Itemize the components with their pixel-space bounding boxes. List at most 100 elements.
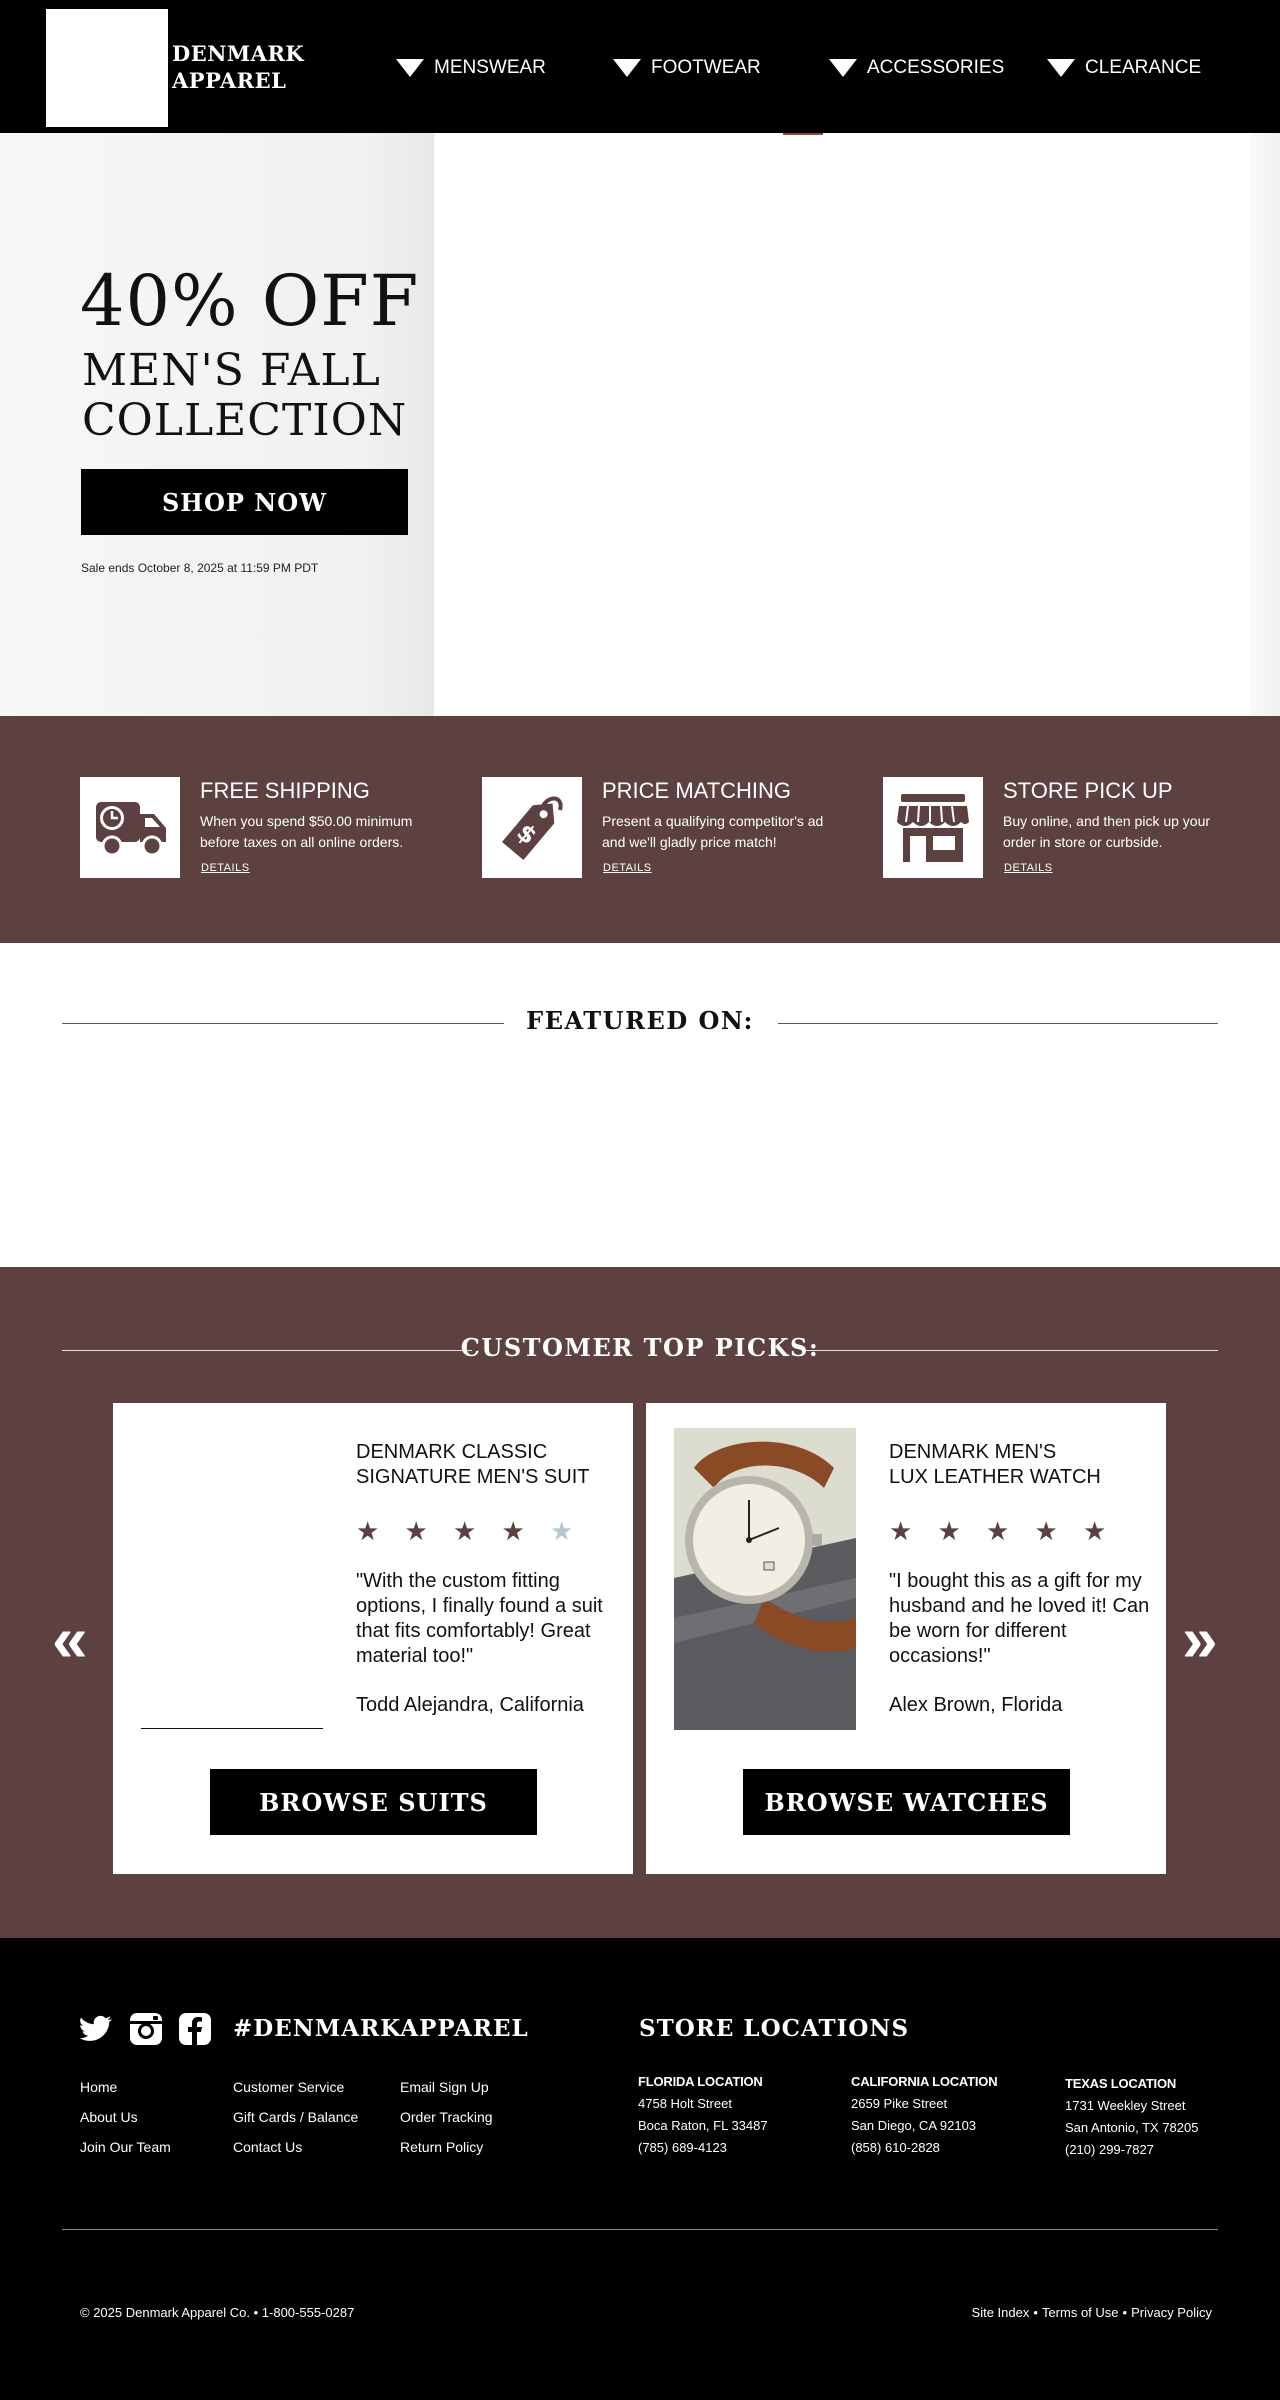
instagram-icon[interactable] (128, 2011, 164, 2047)
feature-description: Present a qualifying competitor's ad and… (602, 813, 824, 850)
reviewer-name: Alex Brown, Florida (889, 1694, 1063, 1716)
product-title[interactable]: DENMARK CLASSIC SIGNATURE MEN'S SUIT (356, 1440, 626, 1490)
terms-of-use-link[interactable]: Terms of Use (1042, 2305, 1119, 2320)
feature-title: PRICE MATCHING (602, 778, 792, 803)
dropdown-triangle-icon (1047, 59, 1075, 77)
feature-title: STORE PICK UP (1003, 778, 1173, 803)
feature-details-link[interactable]: DETAILS (201, 862, 250, 874)
feature-description: Buy online, and then pick up your order … (1003, 813, 1211, 850)
star-rating: ★ ★ ★ ★ ★ (356, 1516, 599, 1547)
product-title-line-1: DENMARK MEN'S (889, 1441, 1057, 1463)
footer-link-home[interactable]: Home (80, 2079, 117, 2095)
footer-link-gift-cards[interactable]: Gift Cards / Balance (233, 2109, 358, 2125)
customer-top-picks: CUSTOMER TOP PICKS: « » DENMARK CLASSIC … (0, 1267, 1280, 1938)
feature-description: When you spend $50.00 minimum before tax… (200, 813, 413, 850)
brand-line-2: APPAREL (172, 68, 287, 93)
product-image-watch (674, 1428, 856, 1730)
location-phone[interactable]: (785) 689-4123 (638, 2137, 838, 2159)
nav-footwear-label: FOOTWEAR (651, 57, 761, 78)
sale-ends-note: Sale ends October 8, 2025 at 11:59 PM PD… (81, 561, 319, 575)
product-title-line-2: LUX LEATHER WATCH (889, 1466, 1101, 1488)
feature-price-matching: $ PRICE MATCHING Present a qualifying co… (482, 777, 862, 887)
delivery-truck-icon (80, 777, 180, 878)
feature-store-pickup: STORE PICK UP Buy online, and then pick … (883, 777, 1263, 887)
twitter-icon[interactable] (79, 2011, 115, 2047)
product-title-line-2: SIGNATURE MEN'S SUIT (356, 1466, 590, 1488)
footer-divider (62, 2229, 1218, 2230)
footer-link-careers[interactable]: Join Our Team (80, 2139, 171, 2155)
features-strip: FREE SHIPPING When you spend $50.00 mini… (0, 716, 1280, 943)
feature-details-link[interactable]: DETAILS (1004, 862, 1053, 874)
star-icon: ★ (986, 1516, 1010, 1546)
review-quote: "With the custom fitting options, I fina… (356, 1570, 603, 1667)
product-image-suit (141, 1428, 323, 1730)
feature-free-shipping: FREE SHIPPING When you spend $50.00 mini… (80, 777, 460, 887)
image-baseline (141, 1728, 323, 1729)
footer-link-email-signup[interactable]: Email Sign Up (400, 2079, 489, 2095)
nav-clearance-label: CLEARANCE (1085, 57, 1202, 78)
logo[interactable] (46, 9, 168, 127)
separator: • (1122, 2305, 1128, 2320)
footer-link-contact[interactable]: Contact Us (233, 2139, 302, 2155)
privacy-policy-link[interactable]: Privacy Policy (1131, 2305, 1212, 2320)
star-icon: ★ (404, 1516, 428, 1546)
reviewer-name: Todd Alejandra, California (356, 1694, 584, 1716)
browse-suits-button[interactable]: BROWSE SUITS (210, 1769, 537, 1835)
double-chevron-left-icon: « (52, 1603, 88, 1675)
product-card-watch: DENMARK MEN'S LUX LEATHER WATCH ★ ★ ★ ★ … (646, 1403, 1166, 1874)
nav-menswear[interactable]: MENSWEAR (396, 54, 546, 82)
location-street: 2659 Pike Street (851, 2096, 948, 2111)
store-location-florida: FLORIDA LOCATION 4758 Holt Street Boca R… (638, 2071, 838, 2159)
site-footer: #DENMARKAPPAREL Home About Us Join Our T… (0, 1938, 1280, 2400)
facebook-icon[interactable] (177, 2011, 213, 2047)
brand-line-1: DENMARK (172, 41, 305, 66)
location-phone[interactable]: (858) 610-2828 (851, 2137, 1051, 2159)
carousel-next-button[interactable]: » (1182, 1607, 1218, 1671)
hero-discount: 40% OFF (80, 260, 420, 342)
feature-details-link[interactable]: DETAILS (603, 862, 652, 874)
location-city: Boca Raton, FL 33487 (638, 2118, 768, 2133)
location-phone[interactable]: (210) 299-7827 (1065, 2139, 1265, 2161)
carousel-prev-button[interactable]: « (52, 1607, 88, 1671)
footer-link-customer-service[interactable]: Customer Service (233, 2079, 344, 2095)
price-tag-icon: $ (482, 777, 582, 878)
star-empty-icon: ★ (550, 1516, 574, 1546)
hero-accent-mark (783, 133, 823, 135)
feature-title: FREE SHIPPING (200, 778, 370, 803)
store-location-california: CALIFORNIA LOCATION 2659 Pike Street San… (851, 2071, 1051, 2159)
star-rating: ★ ★ ★ ★ ★ (889, 1516, 1132, 1547)
hero-heading-line-2: COLLECTION (82, 395, 408, 446)
location-city: San Diego, CA 92103 (851, 2118, 977, 2133)
dropdown-triangle-icon (829, 59, 857, 77)
nav-menswear-label: MENSWEAR (434, 57, 546, 78)
dropdown-triangle-icon (396, 59, 424, 77)
hero-heading-line-1: MEN'S FALL (82, 345, 381, 396)
location-street: 1731 Weekley Street (1065, 2098, 1186, 2113)
product-title[interactable]: DENMARK MEN'S LUX LEATHER WATCH (889, 1440, 1159, 1490)
footer-link-return-policy[interactable]: Return Policy (400, 2139, 483, 2155)
footer-link-about[interactable]: About Us (80, 2109, 138, 2125)
nav-clearance[interactable]: CLEARANCE (1047, 54, 1201, 82)
site-header: DENMARK APPAREL MENSWEAR FOOTWEAR ACCESS… (0, 0, 1280, 133)
featured-on-heading: FEATURED ON: (526, 1006, 754, 1035)
star-icon: ★ (1083, 1516, 1107, 1546)
star-icon: ★ (356, 1516, 380, 1546)
separator: • (1033, 2305, 1038, 2320)
hashtag: #DENMARKAPPAREL (233, 2015, 529, 2042)
hero-image-edge (1250, 133, 1280, 716)
hero-banner: 40% OFF MEN'S FALL COLLECTION SHOP NOW S… (0, 133, 1280, 716)
location-name: TEXAS LOCATION (1065, 2076, 1177, 2091)
legal-links: Site Index • Terms of Use • Privacy Poli… (972, 2305, 1212, 2320)
shop-now-button[interactable]: SHOP NOW (81, 469, 408, 535)
nav-accessories[interactable]: ACCESSORIES (829, 54, 1004, 82)
site-index-link[interactable]: Site Index (972, 2305, 1030, 2320)
footer-link-order-tracking[interactable]: Order Tracking (400, 2109, 493, 2125)
nav-footwear[interactable]: FOOTWEAR (613, 54, 761, 82)
star-icon: ★ (453, 1516, 477, 1546)
browse-watches-button[interactable]: BROWSE WATCHES (743, 1769, 1070, 1835)
copyright: © 2025 Denmark Apparel Co. • 1-800-555-0… (80, 2305, 355, 2320)
location-street: 4758 Holt Street (638, 2096, 732, 2111)
product-card-suit: DENMARK CLASSIC SIGNATURE MEN'S SUIT ★ ★… (113, 1403, 633, 1874)
brand-name[interactable]: DENMARK APPAREL (172, 40, 304, 94)
location-city: San Antonio, TX 78205 (1065, 2120, 1199, 2135)
